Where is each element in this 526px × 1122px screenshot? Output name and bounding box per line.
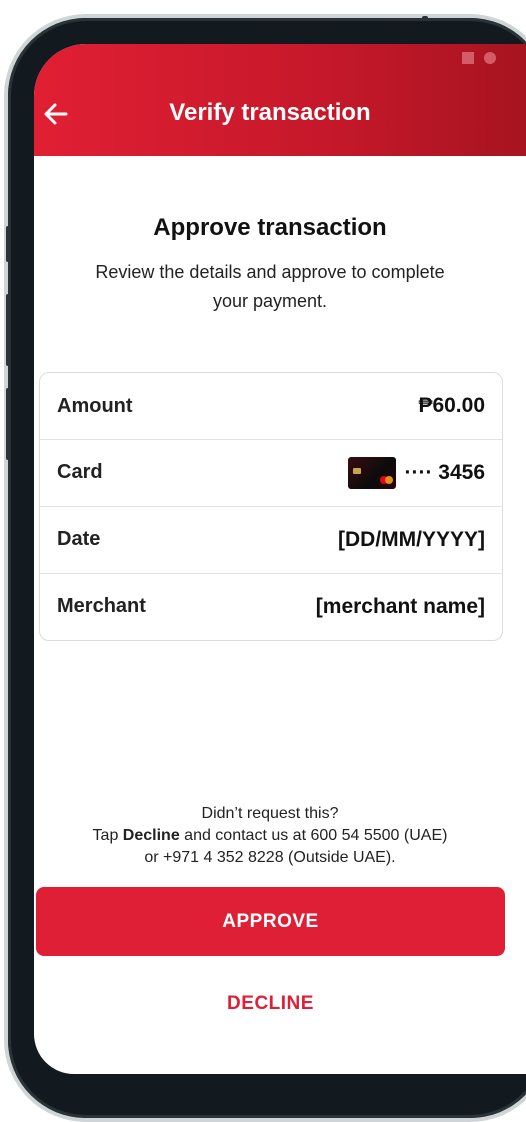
decline-emphasis: Decline	[122, 827, 180, 844]
card-value-wrap: ···· 3456	[348, 456, 485, 489]
detail-row-date: Date [DD/MM/YYYY]	[40, 506, 502, 572]
app-header: Verify transaction	[34, 44, 526, 156]
status-dot-icon	[484, 52, 496, 64]
page-title: Verify transaction	[169, 99, 371, 126]
section-subtitle: Review the details and approve to comple…	[95, 262, 445, 311]
detail-row-merchant: Merchant [merchant name]	[40, 573, 502, 639]
status-square-icon	[462, 52, 474, 64]
date-label: Date	[57, 528, 101, 550]
card-value: ···· 3456	[404, 460, 485, 484]
decline-button[interactable]: DECLINE	[36, 974, 505, 1034]
detail-row-card: Card ···· 3456	[40, 439, 502, 505]
approve-button[interactable]: APPROVE	[36, 887, 505, 956]
screen: Verify transaction Approve transaction R…	[34, 44, 526, 1074]
help-text: Didn’t request this? Tap Decline and con…	[54, 803, 486, 869]
amount-value: ₱60.00	[418, 394, 485, 417]
section-heading: Approve transaction	[153, 214, 387, 241]
help-line-1: Didn’t request this?	[201, 805, 339, 822]
merchant-value: [merchant name]	[315, 594, 485, 618]
credit-card-icon	[348, 456, 397, 489]
card-label: Card	[57, 461, 103, 483]
date-value: [DD/MM/YYYY]	[338, 527, 485, 551]
status-bar	[462, 52, 496, 64]
detail-row-amount: Amount ₱60.00	[40, 373, 502, 439]
help-line-3: or +971 4 352 8228 (Outside UAE).	[144, 849, 396, 866]
transaction-details: Amount ₱60.00 Card ···· 3456 Date [DD/MM…	[39, 372, 503, 641]
help-line-2: Tap Decline and contact us at 600 54 550…	[92, 827, 448, 844]
amount-label: Amount	[57, 394, 133, 417]
merchant-label: Merchant	[57, 595, 146, 617]
